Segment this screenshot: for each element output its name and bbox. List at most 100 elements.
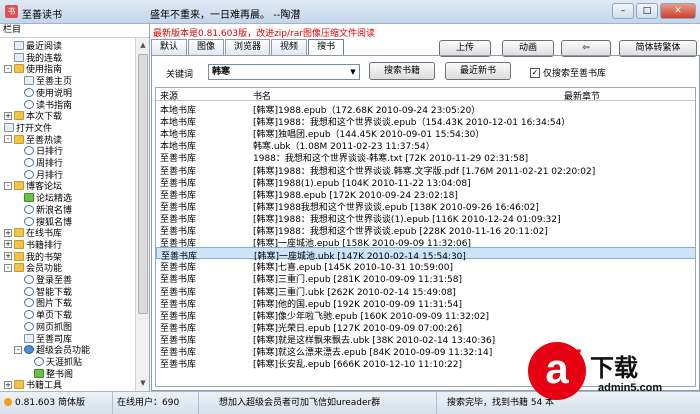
table-row[interactable]: 至善书库 [韩寒]像少年啦飞驰.epub [160K 2010-09-09 11:…: [156, 308, 695, 322]
sidebar-item[interactable]: + 本次下载: [4, 110, 62, 122]
status-promo: 想加入超级会员者可加飞信如ureader群: [199, 392, 437, 414]
only-zhishan-checkbox[interactable]: ✓: [530, 67, 540, 78]
star-icon: [24, 193, 34, 203]
sidebar-item[interactable]: - 至善热读: [4, 134, 62, 146]
chevron-down-icon[interactable]: ▼: [347, 65, 359, 79]
lens-icon: [34, 356, 44, 366]
sidebar-item[interactable]: 天涯抓贴: [34, 356, 82, 368]
page-icon: [14, 41, 24, 50]
table-row[interactable]: 至善书库 [韩寒]1988我想和这个世界谈谈.epub [138K 2010-09…: [156, 199, 695, 213]
table-row[interactable]: 至善书库 [韩寒]1988.epub [172K 2010-09-24 23:02…: [156, 187, 695, 201]
sidebar-item[interactable]: 网页抓图: [24, 321, 72, 333]
only-zhishan-option[interactable]: ✓ 仅搜索至善书库: [530, 66, 606, 79]
sidebar-item[interactable]: 我的连载: [14, 52, 62, 64]
expand-icon[interactable]: +: [4, 252, 12, 261]
sidebar-item[interactable]: + 我的书架: [4, 251, 62, 263]
expand-icon[interactable]: +: [4, 111, 12, 120]
keyword-value: 韩寒: [212, 67, 231, 77]
collapse-icon[interactable]: -: [14, 345, 22, 354]
table-row[interactable]: 至善书库 [韩寒]七喜.epub [145K 2010-10-31 10:59:0…: [156, 259, 695, 273]
sidebar-scrollbar[interactable]: ▲ ▼: [135, 38, 149, 391]
sidebar-item[interactable]: 周排行: [24, 157, 63, 169]
latest-books-button[interactable]: 最近新书: [445, 62, 511, 80]
column-header-latest-chapter[interactable]: 最新章节: [564, 89, 600, 102]
main-area: 最新版本是0.81.603版，改进zip/rar图像压缩文件阅读 默认 图像 浏览器…: [151, 24, 700, 391]
sidebar-item[interactable]: 使用说明: [24, 87, 72, 99]
search-panel: 关键词 韩寒 ▼ 搜索书籍 最近新书 ✓ 仅搜索至善书库 来源 书名 最新章节 …: [151, 55, 700, 391]
sidebar-item[interactable]: + 书籍工具: [4, 379, 62, 391]
sidebar-item[interactable]: 新浪名博: [24, 204, 72, 216]
column-header-title[interactable]: 书名: [253, 89, 271, 102]
collapse-icon[interactable]: -: [4, 64, 12, 73]
scroll-down-icon[interactable]: ▼: [137, 377, 149, 389]
table-row[interactable]: 至善书库 [韩寒]一座城池.epub [158K 2010-09-09 11:32…: [156, 235, 695, 249]
watermark-digit: 5: [566, 344, 583, 377]
search-books-button[interactable]: 搜索书籍: [369, 62, 435, 80]
sidebar-item[interactable]: 智能下载: [24, 286, 72, 298]
sidebar-item[interactable]: - 超级会员功能: [14, 344, 90, 356]
lens-icon: [24, 146, 34, 156]
sidebar-item[interactable]: 最近阅读: [14, 40, 62, 52]
sidebar-item[interactable]: 整书阁: [34, 368, 73, 380]
watermark-download-text: 下载: [590, 354, 638, 382]
sidebar-item[interactable]: 论坛精选: [24, 192, 72, 204]
sidebar-item[interactable]: + 书籍排行: [4, 239, 62, 251]
tab-1[interactable]: 图像: [188, 39, 225, 55]
sidebar-item[interactable]: 单页下载: [24, 309, 72, 321]
column-header-source[interactable]: 来源: [160, 89, 178, 102]
collapse-icon[interactable]: -: [4, 135, 12, 144]
table-row[interactable]: 至善书库 [韩寒]1988(1).epub [104K 2010-11-22 13…: [156, 175, 695, 189]
close-icon[interactable]: ✕: [660, 3, 696, 19]
table-row[interactable]: 本地书库 韩寒.ubk（1.08M 2011-02-23 11:37:54）: [156, 138, 695, 152]
table-row[interactable]: 至善书库 [韩寒]光荣日.epub [127K 2010-09-09 07:00:…: [156, 320, 695, 334]
sidebar-item[interactable]: 至善主页: [24, 75, 72, 87]
expand-icon[interactable]: +: [4, 228, 12, 237]
lens-icon: [24, 298, 34, 308]
sidebar-item[interactable]: 打开文件: [4, 122, 52, 134]
sidebar-item[interactable]: 读书指南: [24, 99, 72, 111]
sidebar-item[interactable]: + 在线书库: [4, 227, 62, 239]
sidebar-tree: 最近阅读 我的连载 - 使用指南 至善主页 使用说明 读书指南 + 本次下载 打开文件 - 至善热读日…: [0, 38, 135, 391]
version-text: 0.81.603 简体版: [15, 398, 85, 408]
tab-0[interactable]: 默认: [151, 39, 188, 55]
collapse-icon[interactable]: -: [4, 181, 12, 190]
sidebar-item[interactable]: - 会员功能: [4, 262, 62, 274]
lens-icon: [24, 275, 34, 284]
sidebar-item[interactable]: 搜狐名博: [24, 216, 72, 228]
table-row[interactable]: 至善书库 [韩寒]一座城池.ubk [147K 2010-02-14 15:54:…: [156, 247, 695, 262]
cell-source: 至善书库: [160, 360, 197, 371]
table-row[interactable]: 至善书库 [韩寒]他的国.epub [192K 2010-09-09 11:31:…: [156, 296, 695, 310]
tab-3[interactable]: 视频: [271, 39, 308, 55]
expand-icon[interactable]: +: [4, 240, 12, 249]
table-row[interactable]: 本地书库 [韩寒]1988.epub（172.68K 2010-09-24 23:…: [156, 102, 695, 116]
scrollbar-thumb[interactable]: [138, 54, 148, 314]
scroll-up-icon[interactable]: ▲: [137, 39, 149, 51]
table-row[interactable]: 本地书库 [韩寒]独唱团.epub（144.45K 2010-09-01 15:5…: [156, 126, 695, 140]
table-row[interactable]: 至善书库 [韩寒]三重门.ubk [262K 2010-02-14 15:49:0…: [156, 284, 695, 298]
table-row[interactable]: 本地书库 [韩寒]1988：我想和这个世界谈谈.epub（154.43K 2010…: [156, 114, 695, 128]
collapse-icon[interactable]: -: [4, 263, 12, 272]
status-version: 0.81.603 简体版: [0, 392, 113, 414]
table-row[interactable]: 至善书库 1988：我想和这个世界谈谈-韩寒.txt [72K 2010-11-2…: [156, 150, 695, 164]
maximize-icon[interactable]: □: [636, 3, 658, 19]
table-row[interactable]: 至善书库 [韩寒]1988：我想和这个世界谈谈.epub [228K 2010-1…: [156, 223, 695, 237]
sidebar-item[interactable]: 日排行: [24, 145, 63, 157]
sidebar-item[interactable]: - 博客论坛: [4, 180, 62, 192]
table-row[interactable]: 至善书库 [韩寒]1988：我想和这个世界谈谈(1).epub [116K 201…: [156, 211, 695, 225]
table-row[interactable]: 至善书库 [韩寒]三重门.epub [281K 2010-09-09 11:31:…: [156, 271, 695, 285]
tab-2[interactable]: 浏览器: [225, 39, 271, 55]
sidebar-item[interactable]: 登录至善: [24, 274, 72, 286]
sidebar-item[interactable]: - 使用指南: [4, 63, 62, 75]
minimize-icon[interactable]: –: [612, 3, 634, 19]
update-notice[interactable]: 最新版本是0.81.603版，改进zip/rar图像压缩文件阅读: [153, 26, 375, 39]
tab-4[interactable]: 搜书: [308, 39, 345, 55]
star-icon: [34, 368, 44, 378]
table-header: 来源 书名 最新章节: [156, 88, 695, 102]
lens-icon: [24, 87, 34, 97]
table-row[interactable]: 至善书库 [韩寒]1988：我想和这个世界谈谈.韩寒.文字版.pdf [1.76M…: [156, 163, 695, 177]
sidebar-item[interactable]: 月排行: [24, 169, 63, 181]
keyword-input[interactable]: 韩寒 ▼: [208, 64, 360, 80]
sidebar-item[interactable]: 至善司库: [24, 333, 72, 345]
expand-icon[interactable]: +: [4, 380, 12, 389]
sidebar-item[interactable]: 图片下载: [24, 297, 72, 309]
